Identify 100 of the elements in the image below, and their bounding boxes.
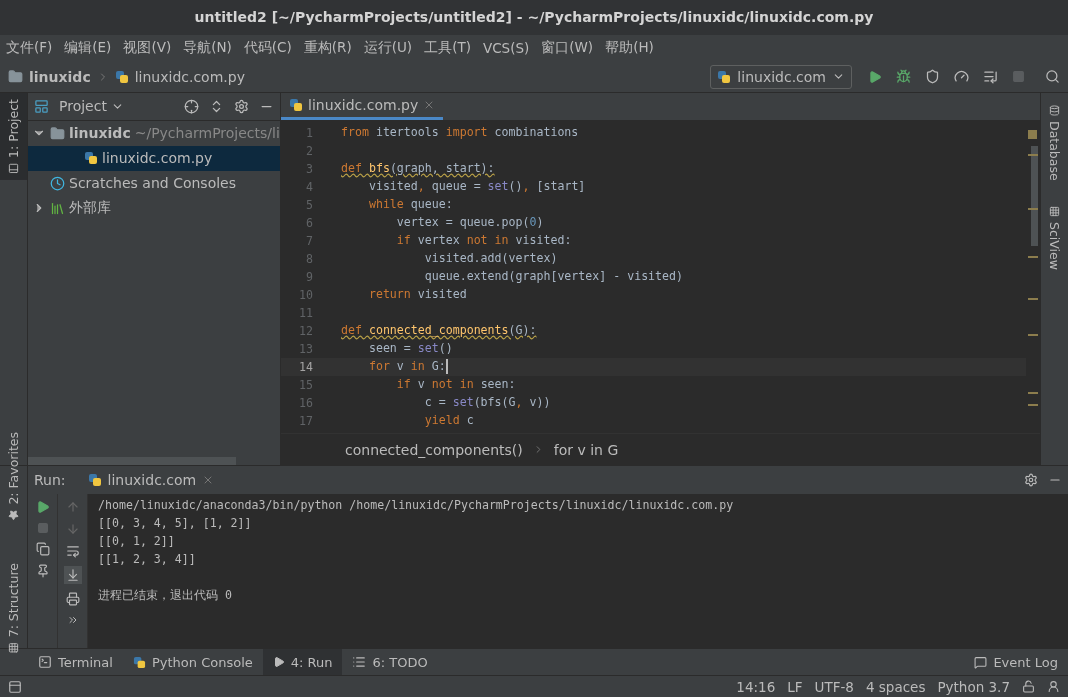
line-number: 2 [305,142,313,160]
panel-toggle-icon[interactable] [8,679,22,694]
line-number: 3 [305,160,313,178]
menu-item[interactable]: VCS(S) [482,40,530,57]
breadcrumb[interactable]: linuxidc [29,68,91,85]
console-line: 进程已结束，退出代码 0 [98,587,233,605]
event-log-tab[interactable]: Event Log [964,649,1068,676]
status-item[interactable]: 14:16 [736,678,776,695]
menu-item[interactable]: 文件(F) [6,39,53,58]
run-tab[interactable]: linuxidc.com [87,472,215,489]
wrap-icon[interactable] [65,544,80,559]
line-number: 1 [305,124,313,142]
tree-item[interactable]: linuxidc ~/PycharmProjects/li [28,120,280,146]
inspector-icon[interactable] [1047,680,1060,693]
menu-item[interactable]: 编辑(E) [64,39,112,58]
warning-marker[interactable] [1028,255,1038,258]
database-icon [1049,104,1060,116]
menu-item[interactable]: 帮助(H) [605,39,654,58]
warning-marker[interactable] [1028,403,1038,406]
settings-icon[interactable] [234,98,249,114]
concurrency-icon[interactable] [983,69,998,85]
tool-window-tab[interactable]: Database [1044,98,1065,187]
warning-marker[interactable] [1028,391,1038,394]
scroll-end-icon[interactable] [63,566,82,585]
status-item[interactable]: LF [787,678,803,695]
console-line: [[0, 1, 2]] [98,533,176,551]
lock-icon[interactable] [1022,680,1035,693]
line-number: 17 [298,412,313,430]
python-icon [87,473,102,488]
breadcrumb[interactable]: for v in G [553,441,619,458]
tool-window-tab[interactable]: 1: Project [0,92,27,180]
code-line: if vertex not in visited: [395,231,572,249]
code-line: c = set(bfs(G, v)) [423,393,551,411]
settings-icon[interactable] [1024,473,1038,488]
breadcrumb[interactable]: linuxidc.com.py [134,68,245,85]
status-item[interactable]: Python 3.7 [937,678,1010,695]
console-line: [[1, 2, 3, 4]] [98,551,197,569]
tool-window-tab[interactable]: 7: Structure [0,556,27,659]
tool-window-tab[interactable]: SciView [1044,200,1065,277]
project-icon [34,98,49,114]
panel-title[interactable]: Project [59,98,107,115]
menu-item[interactable]: 工具(T) [424,39,471,58]
menu-item[interactable]: 代码(C) [243,39,292,58]
menu-item[interactable]: 视图(V) [123,39,172,58]
status-item[interactable]: UTF-8 [814,678,854,695]
scrollbar[interactable] [28,457,236,466]
run-icon[interactable] [868,69,882,84]
search-icon[interactable] [1045,69,1060,85]
tool-tab[interactable]: Terminal [28,649,123,676]
tree-item[interactable]: linuxidc.com.py [28,145,280,171]
code-line: if v not in seen: [395,375,516,393]
line-number: 14 [298,358,313,376]
menu-item[interactable]: 窗口(W) [541,39,594,58]
tool-window-tab[interactable]: 2: Favorites [0,426,27,527]
message-icon [974,655,988,669]
code-line: def connected_components(G): [341,321,537,339]
debug-icon[interactable] [896,69,911,85]
layout-icon[interactable] [35,542,50,557]
menu-item[interactable]: 运行(U) [363,39,413,58]
line-number: 9 [305,268,313,286]
tree-item[interactable]: 外部库 [28,195,280,221]
code-line: vertex = queue.pop(0) [395,213,544,231]
line-number: 4 [305,178,313,196]
line-number: 12 [298,322,313,340]
rerun-icon[interactable] [35,500,50,515]
code-line: yield c [423,411,474,429]
scratch-icon [50,175,65,191]
menu-item[interactable]: 导航(N) [183,39,232,58]
warning-marker[interactable] [1028,333,1038,336]
print-icon[interactable] [65,592,80,607]
run-config-dropdown[interactable]: linuxidc.com [710,64,852,89]
python-icon [114,69,129,84]
line-number: 13 [298,340,313,358]
coverage-icon[interactable] [925,69,940,85]
tool-tab[interactable]: 4: Run [262,649,343,676]
python-icon [717,69,732,84]
menu-item[interactable]: 重构(R) [303,39,352,58]
scrollbar[interactable] [1031,145,1038,246]
warning-marker[interactable] [1028,297,1038,300]
python-icon [132,655,146,669]
grid-icon [1049,206,1060,218]
line-number: 5 [305,196,313,214]
line-number: 16 [298,394,313,412]
pin-icon[interactable] [35,564,50,579]
breadcrumb[interactable]: connected_components() [345,441,523,458]
play-icon [272,656,285,669]
list-icon [352,655,367,670]
python-icon [289,97,303,112]
locate-icon[interactable] [184,98,199,114]
warning-marker[interactable] [1028,207,1038,210]
status-item[interactable]: 4 spaces [865,678,926,695]
tree-item[interactable]: Scratches and Consoles [28,170,280,196]
line-number: 11 [298,304,313,322]
code-line: seen = set() [367,339,453,357]
warning-marker[interactable] [1028,153,1038,156]
tool-tab[interactable]: Python Console [122,649,263,676]
tool-tab[interactable]: 6: TODO [342,649,438,676]
code-line: queue.extend(graph[vertex] - visited) [423,267,684,285]
item-path: ~/PycharmProjects/li [134,125,280,142]
structure-icon [8,642,19,653]
